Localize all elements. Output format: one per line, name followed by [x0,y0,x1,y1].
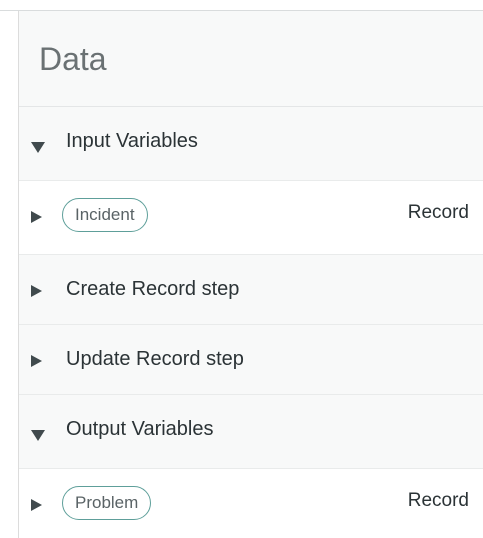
input-variables-label: Input Variables [66,130,198,152]
data-panel: Data Input Variables Incident Record Cre… [18,11,483,538]
data-pill-problem[interactable]: Problem [62,486,152,520]
caret-right-icon [31,285,42,297]
data-pane-page: Data Input Variables Incident Record Cre… [0,0,483,538]
input-variable-row-incident[interactable]: Incident Record [19,181,483,255]
step-label: Create Record step [66,278,240,300]
caret-right-icon [31,355,42,367]
panel-title: Data [39,41,107,77]
variable-type-label: Record [407,202,469,223]
output-variables-label: Output Variables [66,418,214,440]
input-variables-toggle[interactable]: Input Variables [19,107,483,181]
step-row-create-record[interactable]: Create Record step [19,255,483,325]
caret-right-icon[interactable] [31,211,42,223]
output-variables-toggle[interactable]: Output Variables [19,395,483,469]
cropped-heading-strip [0,0,483,11]
step-label: Update Record step [66,348,244,370]
variable-type-label: Record [407,490,469,511]
data-pill-incident[interactable]: Incident [62,198,148,232]
caret-down-icon [31,142,45,153]
output-variable-row-problem[interactable]: Problem Record [19,469,483,538]
caret-down-icon [31,430,45,441]
caret-right-icon[interactable] [31,499,42,511]
panel-header: Data [19,11,483,107]
step-row-update-record[interactable]: Update Record step [19,325,483,395]
